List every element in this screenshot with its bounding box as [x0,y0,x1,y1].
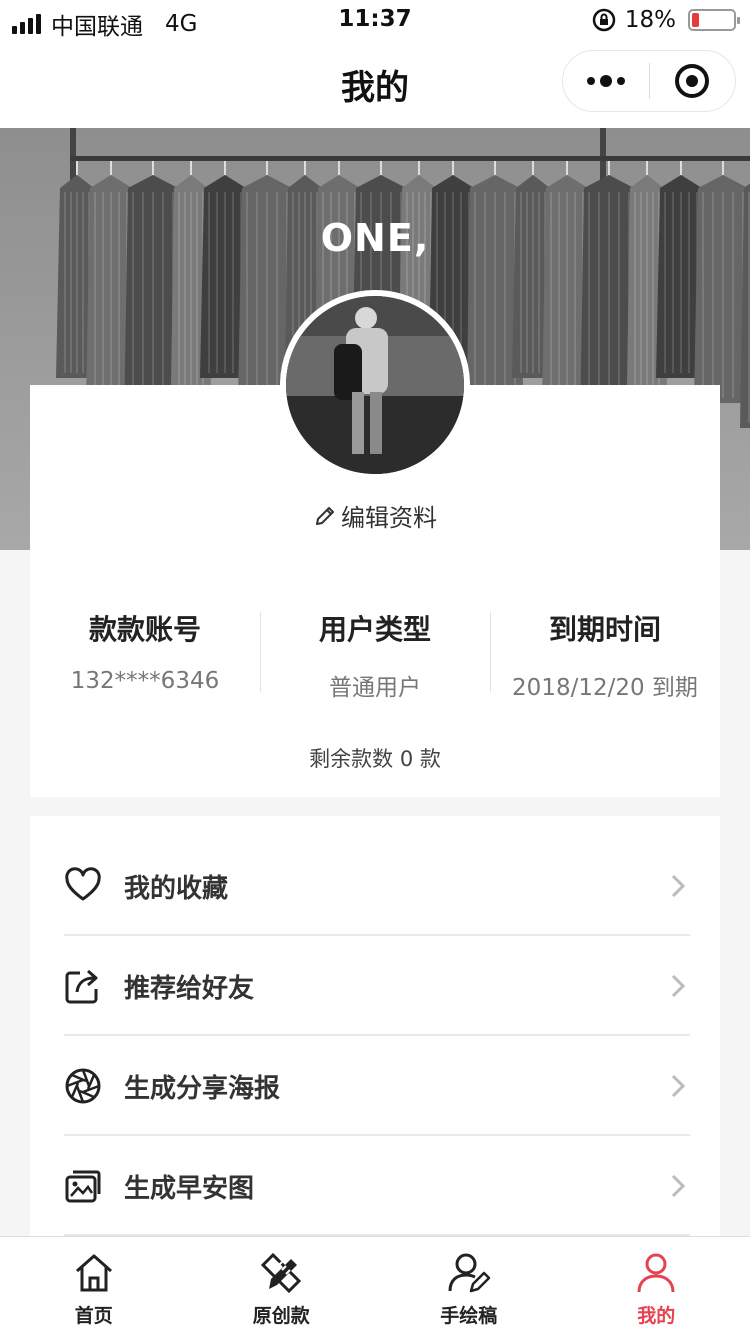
tab-bar: 首页 原创款 手绘稿 我的 [0,1236,750,1334]
menu-item-morning-image[interactable]: 生成早安图 [64,1136,690,1236]
account-stats: 款款账号 132****6346 用户类型 普通用户 到期时间 2018/12/… [30,598,720,701]
heart-icon [64,867,102,905]
edit-profile-link[interactable]: 编辑资料 [0,498,750,533]
remaining-count: 剩余款数 0 款 [309,747,441,771]
stat-label: 款款账号 [88,613,201,646]
edit-profile-label: 编辑资料 [341,504,437,532]
menu-item-poster[interactable]: 生成分享海报 [64,1036,690,1136]
chevron-right-icon [671,1074,686,1098]
stat-label: 用户类型 [318,613,431,646]
chevron-right-icon [671,1174,686,1198]
tab-sketch[interactable]: 手绘稿 [375,1237,563,1334]
pencil-icon [316,506,334,525]
tab-home[interactable]: 首页 [0,1237,188,1334]
gallery-icon [64,1167,102,1205]
menu-item-recommend[interactable]: 推荐给好友 [64,936,690,1036]
status-right: 18% [591,7,740,33]
tab-label: 手绘稿 [440,1305,498,1327]
status-bar: 中国联通 4G 11:37 18% [0,0,750,40]
chevron-right-icon [671,874,686,898]
stat-value: 2018/12/20 到期 [512,675,698,701]
chevron-right-icon [671,974,686,998]
menu-card: 我的收藏 推荐给好友 生成分享海报 生成早安图 [30,816,720,1246]
home-icon [70,1249,118,1297]
target-icon[interactable] [650,64,736,98]
avatar[interactable] [280,290,470,480]
stat-value: 普通用户 [329,675,421,701]
battery-percent: 18% [624,7,676,33]
menu-item-label: 生成分享海报 [124,1073,281,1104]
share-icon [64,967,102,1005]
menu-item-label: 我的收藏 [124,873,229,904]
user-icon [632,1249,680,1297]
battery-level [692,13,699,27]
menu-item-favorites[interactable]: 我的收藏 [64,836,690,936]
rotation-lock-icon [592,8,616,32]
stat-expiry: 到期时间 2018/12/20 到期 [490,598,720,701]
stat-label: 到期时间 [548,613,661,646]
stat-account: 款款账号 132****6346 [30,598,260,698]
menu-item-label: 生成早安图 [124,1173,255,1204]
stat-user-type: 用户类型 普通用户 [260,598,490,701]
mini-program-capsule [562,50,736,112]
battery-icon [688,9,740,31]
tab-original[interactable]: 原创款 [188,1237,376,1334]
more-dots-icon[interactable] [563,75,649,87]
nav-bar: 我的 [0,40,750,128]
pencil-ruler-icon [257,1249,305,1297]
tab-label: 原创款 [252,1305,310,1327]
aperture-icon [64,1067,102,1105]
user-edit-icon [445,1249,493,1297]
avatar-photo [286,296,464,474]
tab-mine[interactable]: 我的 [563,1237,750,1334]
stat-value: 132****6346 [70,668,220,694]
hero-caption: ONE, [320,216,430,260]
tab-label: 首页 [74,1305,113,1327]
tab-label: 我的 [637,1305,676,1327]
menu-item-label: 推荐给好友 [124,973,255,1004]
